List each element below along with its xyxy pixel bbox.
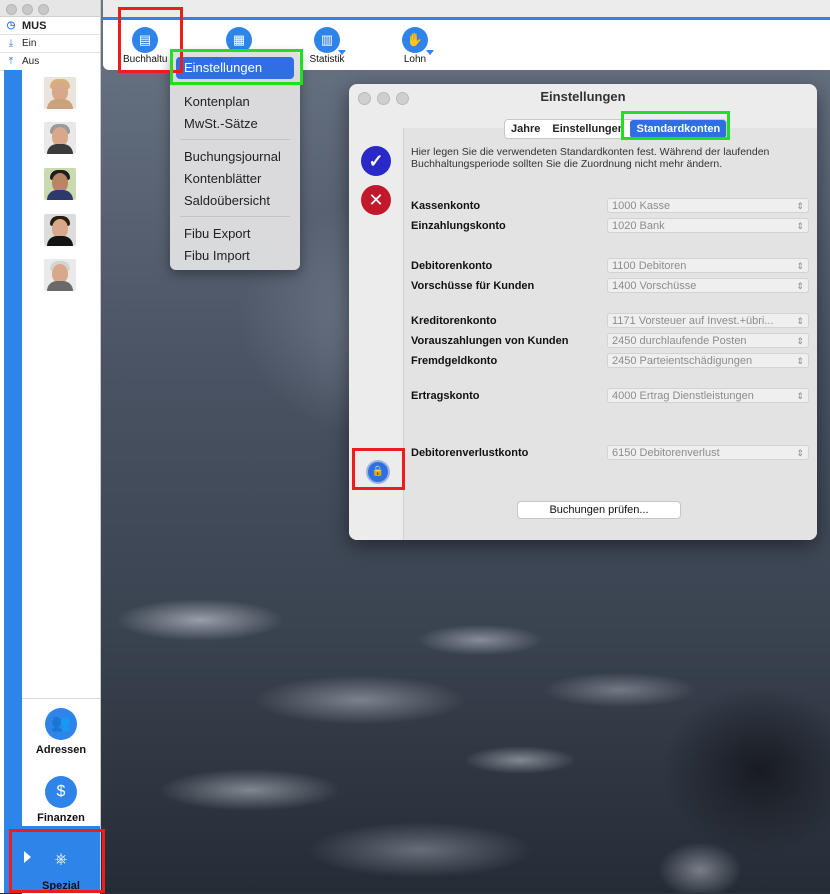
- kassenkonto-select[interactable]: 1000 Kasse ⇕: [607, 198, 809, 213]
- einstellungen-dialog: Einstellungen Jahre Einstellungen Standa…: [349, 84, 817, 540]
- menu-item-kontenplan[interactable]: Kontenplan: [184, 94, 250, 109]
- field-label: Vorschüsse für Kunden: [411, 280, 535, 292]
- aus-label: Aus: [22, 56, 40, 67]
- mus-row[interactable]: ◷ MUS: [0, 17, 100, 35]
- field-label: Fremdgeldkonto: [411, 355, 498, 367]
- nav-adressen-label: Adressen: [35, 744, 87, 756]
- avatar[interactable]: [44, 77, 76, 109]
- updown-icon: ⇕: [796, 281, 804, 291]
- einzahlungskonto-select[interactable]: 1020 Bank ⇕: [607, 218, 809, 233]
- people-icon: 👥: [45, 708, 77, 740]
- select-value: 2450 durchlaufende Posten: [612, 335, 747, 347]
- vorauszahlungen-select[interactable]: 2450 durchlaufende Posten ⇕: [607, 333, 809, 348]
- toolbar-statistik[interactable]: ▥ Statistik: [305, 27, 349, 65]
- updown-icon: ⇕: [796, 261, 804, 271]
- field-label: Debitorenverlustkonto: [411, 447, 529, 459]
- zoom-window-button[interactable]: [38, 4, 49, 15]
- mus-label: MUS: [22, 19, 47, 32]
- fremdgeldkonto-select[interactable]: 2450 Parteientschädigungen ⇕: [607, 353, 809, 368]
- menu-item-mwst-saetze[interactable]: MwSt.-Sätze: [184, 116, 258, 131]
- menu-item-fibu-import[interactable]: Fibu Import: [184, 248, 250, 263]
- close-window-button[interactable]: [6, 4, 17, 15]
- checkmark-icon: ✓: [368, 151, 384, 171]
- toolbar-lohn-label: Lohn: [403, 54, 427, 65]
- debitorenverlust-select[interactable]: 6150 Debitorenverlust ⇕: [607, 445, 809, 460]
- field-label: Kreditorenkonto: [411, 315, 497, 327]
- updown-icon: ⇕: [796, 316, 804, 326]
- tab-einstellungen[interactable]: Einstellungen: [546, 120, 630, 138]
- coins-icon: $: [45, 776, 77, 808]
- menu-item-fibu-export[interactable]: Fibu Export: [184, 226, 250, 241]
- nav-finanzen[interactable]: $ Finanzen: [22, 776, 100, 824]
- select-value: 1020 Bank: [612, 220, 665, 232]
- field-label: Vorauszahlungen von Kunden: [411, 335, 569, 347]
- menu-item-saldouebersicht[interactable]: Saldoübersicht: [184, 193, 270, 208]
- dialog-minimize-button[interactable]: [377, 92, 390, 105]
- toolbar-accent-line: [103, 17, 830, 20]
- ein-row[interactable]: ⤓ Ein: [0, 35, 100, 53]
- select-value: 6150 Debitorenverlust: [612, 447, 720, 459]
- bar-chart-icon: ▥: [314, 27, 346, 55]
- updown-icon: ⇕: [796, 391, 804, 401]
- vorschuesse-select[interactable]: 1400 Vorschüsse ⇕: [607, 278, 809, 293]
- select-value: 4000 Ertrag Dienstleistungen: [612, 390, 754, 402]
- contact-avatar-list: [22, 70, 100, 696]
- select-value: 1100 Debitoren: [612, 260, 687, 272]
- chevron-down-icon: [426, 50, 434, 55]
- avatar[interactable]: [44, 168, 76, 200]
- select-value: 1000 Kasse: [612, 200, 671, 212]
- highlight-standardkonten: [621, 111, 730, 140]
- close-icon: ✕: [368, 190, 384, 210]
- dialog-description: Hier legen Sie die verwendeten Standardk…: [411, 146, 770, 170]
- menu-separator: [180, 216, 290, 217]
- avatar[interactable]: [44, 214, 76, 246]
- menu-item-buchungsjournal[interactable]: Buchungsjournal: [184, 149, 281, 164]
- nav-adressen[interactable]: 👥 Adressen: [22, 708, 100, 756]
- updown-icon: ⇕: [796, 448, 804, 458]
- ertragskonto-select[interactable]: 4000 Ertrag Dienstleistungen ⇕: [607, 388, 809, 403]
- contacts-window-titlebar: [0, 0, 100, 17]
- money-hand-icon: ✋: [402, 27, 434, 55]
- select-value: 1400 Vorschüsse: [612, 280, 697, 292]
- avatar[interactable]: [44, 259, 76, 291]
- minimize-window-button[interactable]: [22, 4, 33, 15]
- menu-separator: [180, 139, 290, 140]
- updown-icon: ⇕: [796, 356, 804, 366]
- toolbar-lohn[interactable]: ✋ Lohn: [395, 27, 435, 65]
- highlight-lock: [352, 448, 405, 490]
- menu-item-kontenblaetter[interactable]: Kontenblätter: [184, 171, 261, 186]
- select-value: 1171 Vorsteuer auf Invest.+übri...: [612, 315, 774, 327]
- chevron-down-icon: [338, 50, 346, 55]
- updown-icon: ⇕: [796, 201, 804, 211]
- toolbar-statistik-label: Statistik: [309, 54, 345, 65]
- aus-row[interactable]: ⤒ Aus: [0, 53, 100, 71]
- confirm-button[interactable]: ✓: [361, 146, 391, 176]
- sidebar-accent-bar: [4, 70, 22, 893]
- main-titlebar: [103, 0, 830, 17]
- cancel-button[interactable]: ✕: [361, 185, 391, 215]
- dialog-close-button[interactable]: [358, 92, 371, 105]
- field-label: Debitorenkonto: [411, 260, 493, 272]
- updown-icon: ⇕: [796, 221, 804, 231]
- nav-finanzen-label: Finanzen: [37, 812, 85, 824]
- select-value: 2450 Parteientschädigungen: [612, 355, 753, 367]
- avatar[interactable]: [44, 122, 76, 154]
- highlight-spezial: [9, 829, 105, 893]
- dialog-title: Einstellungen: [540, 89, 626, 104]
- buchungen-pruefen-button[interactable]: Buchungen prüfen...: [517, 501, 681, 519]
- tab-jahre[interactable]: Jahre: [505, 120, 546, 138]
- upload-icon: ⤒: [8, 55, 14, 67]
- ein-label: Ein: [22, 38, 37, 49]
- field-label: Einzahlungskonto: [411, 220, 506, 232]
- field-label: Kassenkonto: [411, 200, 481, 212]
- clock-icon: ◷: [6, 19, 16, 31]
- updown-icon: ⇕: [796, 336, 804, 346]
- kreditorenkonto-select[interactable]: 1171 Vorsteuer auf Invest.+übri... ⇕: [607, 313, 809, 328]
- field-label: Ertragskonto: [411, 390, 480, 402]
- highlight-einstellungen: [170, 49, 303, 85]
- debitorenkonto-select[interactable]: 1100 Debitoren ⇕: [607, 258, 809, 273]
- dialog-zoom-button[interactable]: [396, 92, 409, 105]
- download-icon: ⤓: [8, 37, 14, 49]
